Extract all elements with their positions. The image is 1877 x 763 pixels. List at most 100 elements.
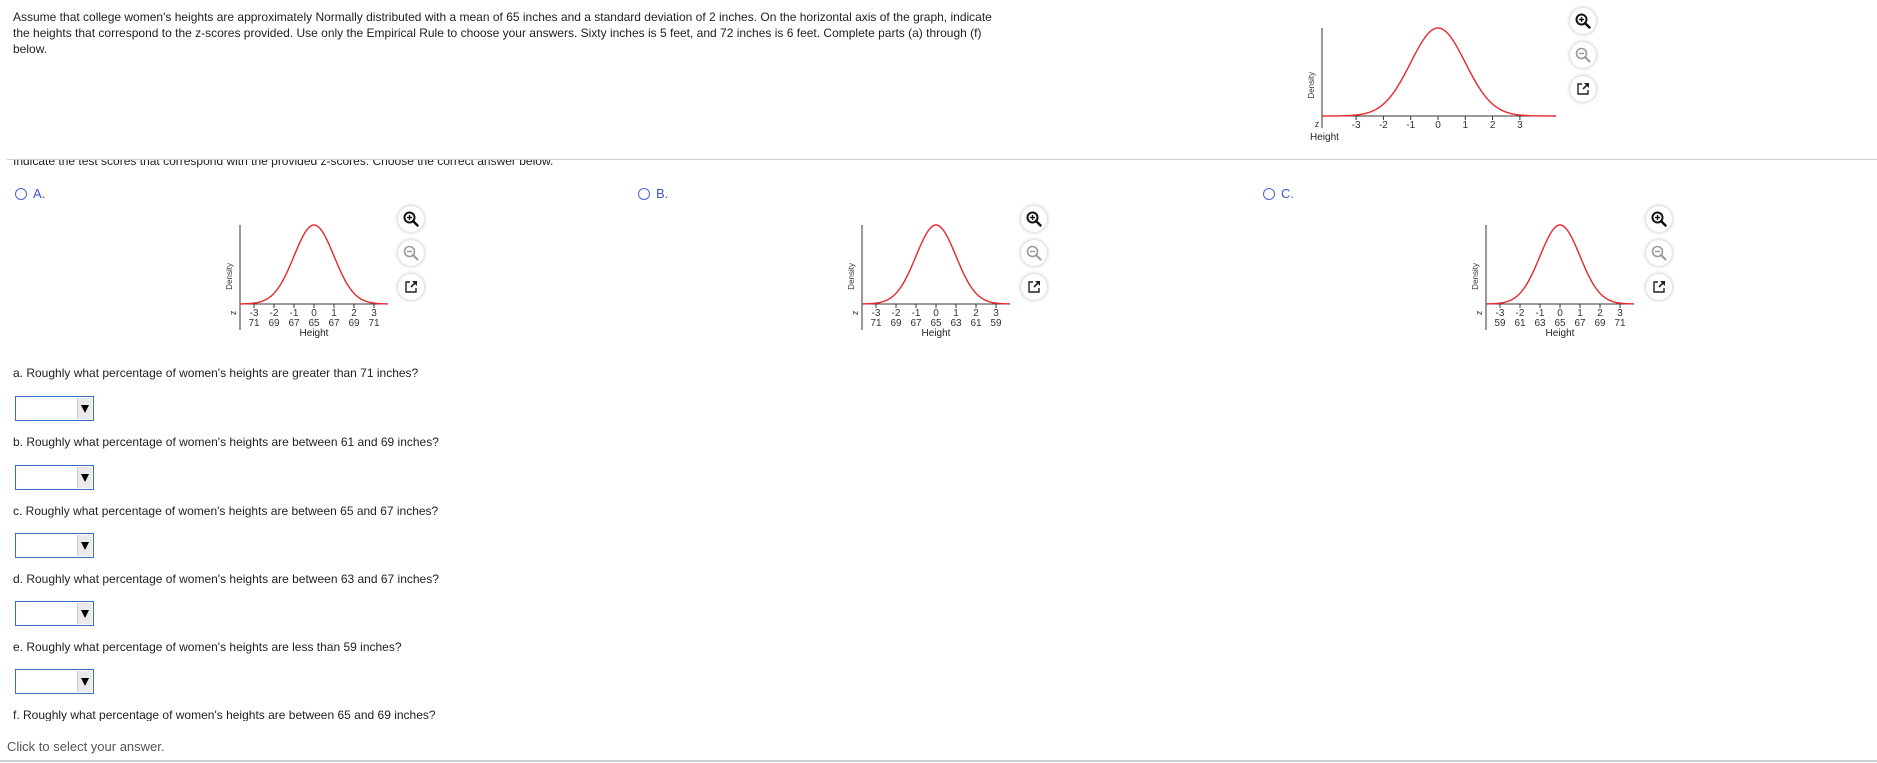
pop-out-icon: [1028, 281, 1040, 293]
zoom-out-icon: [1651, 245, 1667, 261]
x-axis-label: Height: [300, 328, 329, 339]
normal-curve: [1485, 224, 1635, 305]
choice-a-pop-out-button[interactable]: [398, 274, 424, 300]
question-a: a. Roughly what percentage of women's he…: [13, 366, 419, 380]
height-tick-label: 63: [1534, 318, 1546, 329]
choice-b-zoom-out-button[interactable]: [1021, 240, 1047, 266]
y-axis-label: Density: [847, 263, 856, 290]
z-tick-label: 1: [1463, 120, 1469, 131]
choice-c-zoom-out-button[interactable]: [1646, 240, 1672, 266]
height-tick-label: 71: [1614, 318, 1626, 329]
triangle-down-icon: [81, 677, 89, 686]
question-e: e. Roughly what percentage of women's he…: [13, 640, 402, 654]
radio-button-icon[interactable]: [638, 187, 650, 200]
zoom-out-icon: [1026, 245, 1042, 261]
choice-a-zoom-out-button[interactable]: [398, 240, 424, 266]
reference-graph: -3 -2 -1 0 1 2 3 z Height Density: [1307, 27, 1556, 143]
question-d: d. Roughly what percentage of women's he…: [13, 572, 439, 586]
problem-intro: Assume that college women's heights are …: [13, 10, 992, 56]
triangle-down-icon: [81, 473, 89, 482]
x-axis-label: Height: [922, 328, 951, 339]
question-f-clip: f. Roughly what percentage of women's he…: [13, 706, 613, 721]
height-tick-label: 69: [348, 318, 360, 329]
triangle-down-icon: [81, 541, 89, 550]
z-row-label: z: [1315, 119, 1320, 129]
choice-c-pop-out-button[interactable]: [1646, 274, 1672, 300]
pop-out-icon: [1577, 83, 1589, 95]
answer-dropdown-b[interactable]: [15, 465, 94, 490]
choice-c-graph: -359-261-163065167269371zHeightDensity: [1471, 224, 1635, 339]
triangle-down-icon: [81, 404, 89, 413]
height-tick-label: 69: [890, 318, 902, 329]
question-f: f. Roughly what percentage of women's he…: [13, 708, 436, 721]
normal-curve: [239, 224, 389, 305]
normal-curve: [861, 224, 1011, 305]
x-axis-label: Height: [1546, 328, 1575, 339]
choice-b[interactable]: B.: [638, 186, 668, 201]
z-tick-label: -3: [1352, 120, 1361, 131]
question-c: c. Roughly what percentage of women's he…: [13, 504, 439, 518]
zoom-in-icon: [1026, 211, 1042, 227]
zoom-out-icon: [1575, 47, 1591, 63]
answer-dropdown-a[interactable]: [15, 396, 94, 421]
answer-dropdown-e[interactable]: [15, 669, 94, 694]
choice-b-pop-out-button[interactable]: [1021, 274, 1047, 300]
choice-a[interactable]: A.: [15, 186, 45, 201]
height-tick-label: 71: [248, 318, 260, 329]
dropdown-button[interactable]: [77, 467, 92, 488]
zoom-in-icon: [1575, 13, 1591, 29]
z-tick-label: 3: [1517, 120, 1523, 131]
z-tick-label: -2: [1379, 120, 1388, 131]
pop-out-icon: [405, 281, 417, 293]
instruction-clip: Indicate the test scores that correspond…: [13, 160, 813, 169]
height-tick-label: 61: [970, 318, 982, 329]
choice-c-label: C.: [1281, 186, 1294, 201]
choice-b-graph: -371-269-167065163261359zHeightDensity: [847, 224, 1011, 339]
height-tick-label: 59: [990, 318, 1002, 329]
choice-a-graph: -371-269-167065167269371zHeightDensity: [225, 224, 389, 339]
z-tick-label: -1: [1406, 120, 1415, 131]
height-tick-label: 59: [1494, 318, 1506, 329]
z-row-label: z: [1475, 311, 1485, 316]
answer-dropdown-c[interactable]: [15, 533, 94, 558]
footer-divider: [0, 760, 1877, 762]
triangle-down-icon: [81, 609, 89, 618]
x-axis-label: Height: [1310, 132, 1339, 143]
y-axis-label: Density: [1307, 72, 1316, 99]
zoom-out-button[interactable]: [1570, 42, 1596, 68]
z-tick-label: 0: [1435, 120, 1441, 131]
dropdown-button[interactable]: [77, 535, 92, 556]
height-tick-label: 67: [910, 318, 922, 329]
height-tick-label: 67: [1574, 318, 1586, 329]
status-text: Click to select your answer.: [7, 739, 165, 754]
normal-curve: [1322, 27, 1556, 117]
radio-button-icon[interactable]: [15, 187, 27, 200]
zoom-in-button[interactable]: [1570, 8, 1596, 34]
choice-a-zoom-in-button[interactable]: [398, 206, 424, 232]
dropdown-button[interactable]: [77, 671, 92, 692]
choice-c-zoom-in-button[interactable]: [1646, 206, 1672, 232]
instruction-text: Indicate the test scores that correspond…: [13, 160, 554, 168]
radio-button-icon[interactable]: [1263, 187, 1275, 200]
zoom-in-icon: [1651, 211, 1667, 227]
zoom-in-icon: [403, 211, 419, 227]
z-row-label: z: [851, 311, 861, 316]
z-row-label: z: [229, 311, 239, 316]
choice-a-label: A.: [33, 186, 46, 201]
choice-b-zoom-in-button[interactable]: [1021, 206, 1047, 232]
height-tick-label: 69: [268, 318, 280, 329]
question-b: b. Roughly what percentage of women's he…: [13, 435, 439, 449]
dropdown-button[interactable]: [77, 398, 92, 419]
height-tick-label: 71: [368, 318, 380, 329]
z-tick-label: 2: [1490, 120, 1496, 131]
height-tick-label: 69: [1594, 318, 1606, 329]
height-tick-label: 67: [288, 318, 300, 329]
height-tick-label: 63: [950, 318, 962, 329]
choice-c[interactable]: C.: [1263, 186, 1294, 201]
pop-out-button[interactable]: [1570, 76, 1596, 102]
height-tick-label: 61: [1514, 318, 1526, 329]
dropdown-button[interactable]: [77, 603, 92, 624]
height-tick-label: 67: [328, 318, 340, 329]
answer-dropdown-d[interactable]: [15, 601, 94, 626]
zoom-out-icon: [403, 245, 419, 261]
